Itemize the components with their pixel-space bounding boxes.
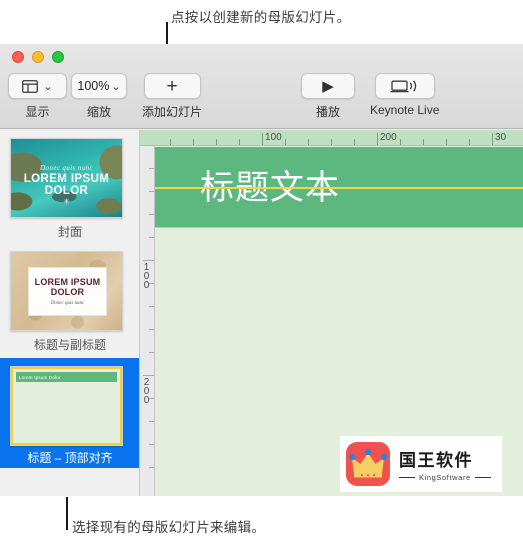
ruler-tick (149, 444, 154, 445)
ruler-tick (400, 139, 401, 145)
title-placeholder-text[interactable]: 标题文本 (200, 160, 340, 209)
minimize-button[interactable] (32, 51, 44, 63)
ruler-tick (239, 139, 240, 145)
slide-thumbnail-cover[interactable]: Donec quis nunc LOREM IPSUM DOLOR ✳ (10, 138, 123, 218)
slide-caption-2: 标题与副标题 (33, 338, 106, 352)
ruler-label-200: 200 (380, 132, 397, 143)
keynote-live-button[interactable] (374, 73, 435, 99)
zoom-label: 缩放 (86, 105, 111, 119)
cover-title-text: LOREM IPSUM DOLOR (23, 173, 110, 197)
navigator-slide-3[interactable]: Lorem Ipsum Dolor 标题 – 顶部对齐 (0, 358, 139, 468)
keynote-live-label: Keynote Live (370, 103, 440, 117)
close-button[interactable] (12, 51, 24, 63)
keynote-live-control[interactable]: Keynote Live (370, 73, 439, 117)
annotation-bottom-leader-line (66, 497, 68, 530)
alignment-guide-line (155, 187, 523, 189)
ruler-major-tick (143, 375, 154, 376)
ruler-tick (285, 139, 286, 145)
watermark-text: 国王软件 KingSoftware (399, 446, 491, 482)
maximize-button[interactable] (52, 51, 64, 63)
view-control[interactable]: ⌄ 显示 (8, 73, 67, 120)
ruler-major-tick (492, 133, 493, 145)
ruler-major-tick (377, 133, 378, 145)
slide-navigator[interactable]: Donec quis nunc LOREM IPSUM DOLOR ✳ 封面 L… (0, 130, 140, 496)
slide-caption-1: 封面 (57, 225, 82, 239)
watermark-cn-name: 国王软件 (399, 451, 473, 471)
ruler-tick (149, 329, 154, 330)
laptop-broadcast-icon (390, 79, 416, 92)
map-subtitle-text: Donec quis nunc (50, 301, 85, 306)
ruler-tick (308, 139, 309, 145)
add-slide-button[interactable]: + (143, 73, 201, 99)
ruler-major-tick (262, 133, 263, 145)
slide-caption-3: 标题 – 顶部对齐 (27, 451, 113, 465)
add-slide-control[interactable]: + 添加幻灯片 (142, 73, 202, 120)
ruler-tick (149, 352, 154, 353)
ruler-label-v-100: 100 (143, 262, 150, 291)
annotation-bottom-text: 选择现有的母版幻灯片来编辑。 (72, 520, 266, 535)
play-button[interactable]: ▶ (301, 73, 355, 99)
ruler-tick (149, 168, 154, 169)
annotation-top-text: 点按以创建新的母版幻灯片。 (171, 10, 351, 25)
template-title-bar: Lorem Ipsum Dolor (16, 372, 117, 382)
screenshot-root: 点按以创建新的母版幻灯片。 选择现有的母版幻灯片来编辑。 ⌄ 显示 100% ⌄… (0, 0, 523, 539)
ruler-tick (149, 306, 154, 307)
crown-glyph (348, 448, 388, 478)
ruler-tick (446, 139, 447, 145)
cover-ornament-icon: ✳ (63, 197, 70, 206)
navigator-slide-1[interactable]: Donec quis nunc LOREM IPSUM DOLOR ✳ 封面 (0, 130, 139, 243)
ruler-tick (193, 139, 194, 145)
cover-script-text: Donec quis nunc (39, 164, 94, 172)
navigator-slide-2[interactable]: LOREM IPSUM DOLOR Donec quis nunc 标题与副标题 (0, 243, 139, 358)
ruler-label-100: 100 (265, 132, 282, 143)
map-title-text: LOREM IPSUM DOLOR (34, 277, 101, 297)
ruler-tick (423, 139, 424, 145)
view-label: 显示 (25, 105, 50, 119)
vertical-ruler[interactable]: 100 200 (140, 146, 155, 496)
add-slide-label: 添加幻灯片 (142, 105, 203, 119)
template-title-text: Lorem Ipsum Dolor (19, 374, 61, 380)
title-card: LOREM IPSUM DOLOR Donec quis nunc (28, 267, 107, 316)
rule-left (399, 476, 415, 479)
ruler-tick (149, 214, 154, 215)
ruler-tick (149, 191, 154, 192)
ruler-tick (469, 139, 470, 145)
ruler-label-300: 30 (495, 132, 507, 143)
horizontal-ruler[interactable]: 100 200 30 (140, 130, 523, 146)
ruler-tick (149, 421, 154, 422)
watermark-en-label: KingSoftware (419, 473, 471, 482)
toolbar: ⌄ 显示 100% ⌄ 缩放 + 添加幻灯片 ▶ 播放 Keynote Live (0, 44, 523, 129)
ruler-tick (331, 139, 332, 145)
ruler-major-tick (143, 260, 154, 261)
view-button[interactable]: ⌄ (8, 73, 67, 99)
slide-thumbnail-title-top[interactable]: Lorem Ipsum Dolor (10, 366, 123, 446)
watermark: 国王软件 KingSoftware (340, 436, 502, 492)
zoom-control[interactable]: 100% ⌄ 缩放 (71, 73, 127, 120)
chevron-down-icon: ⌄ (111, 80, 121, 93)
plus-icon: + (166, 75, 178, 97)
play-label: 播放 (315, 105, 340, 119)
window-controls (12, 51, 64, 63)
view-panels-icon (22, 79, 39, 93)
ruler-tick (354, 139, 355, 145)
ruler-tick (149, 467, 154, 468)
ruler-tick (170, 139, 171, 145)
play-triangle-icon: ▶ (322, 77, 334, 95)
template-preview: Lorem Ipsum Dolor (11, 367, 122, 445)
ruler-tick (216, 139, 217, 145)
zoom-value: 100% (77, 79, 110, 93)
chevron-down-icon: ⌄ (43, 80, 53, 93)
ruler-tick (149, 237, 154, 238)
zoom-button[interactable]: 100% ⌄ (71, 73, 127, 99)
crown-icon (346, 442, 390, 486)
rule-right (474, 476, 491, 479)
slide-thumbnail-title-subtitle[interactable]: LOREM IPSUM DOLOR Donec quis nunc (10, 251, 123, 331)
ruler-label-v-200: 200 (143, 377, 150, 406)
keynote-window: ⌄ 显示 100% ⌄ 缩放 + 添加幻灯片 ▶ 播放 Keynote Live… (0, 44, 523, 496)
title-placeholder-band[interactable]: 标题文本 (155, 147, 523, 228)
watermark-en-name: KingSoftware (399, 473, 491, 482)
play-control[interactable]: ▶ 播放 (301, 73, 355, 120)
